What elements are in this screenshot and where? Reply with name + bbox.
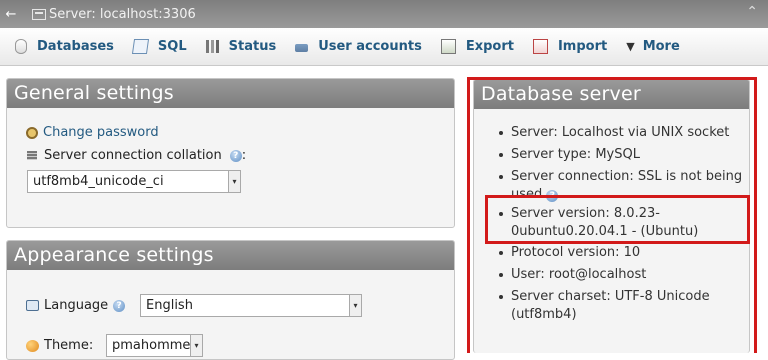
tab-databases[interactable]: Databases bbox=[6, 28, 124, 66]
collation-select[interactable]: utf8mb4_unicode_ci ▾ bbox=[27, 170, 241, 193]
theme-select-value: pmahomme bbox=[112, 338, 191, 353]
tab-export[interactable]: Export bbox=[432, 28, 524, 66]
theme-icon bbox=[26, 339, 39, 352]
language-label: Language bbox=[44, 298, 109, 313]
import-icon bbox=[532, 39, 548, 54]
tab-user-accounts[interactable]: User accounts bbox=[286, 28, 432, 66]
collapse-icon[interactable]: ⌃ bbox=[746, 4, 758, 20]
tab-label: More bbox=[642, 39, 680, 54]
language-row: Language ? bbox=[26, 298, 126, 313]
key-icon bbox=[26, 126, 38, 139]
tab-label: Databases bbox=[37, 39, 114, 54]
collation-colon: : bbox=[241, 148, 247, 163]
tab-status[interactable]: Status bbox=[197, 28, 287, 66]
tab-label: SQL bbox=[157, 39, 187, 54]
main-tab-bar: Databases SQL Status User accounts Expor… bbox=[0, 28, 768, 66]
collation-label: Server connection collation bbox=[44, 148, 222, 163]
change-password-link[interactable]: Change password bbox=[43, 125, 159, 140]
export-icon bbox=[440, 39, 456, 54]
theme-row: Theme: bbox=[26, 338, 93, 353]
language-icon bbox=[26, 300, 39, 311]
tab-label: User accounts bbox=[318, 39, 422, 54]
appearance-settings-panel: Appearance settings Language ? English ▾… bbox=[6, 240, 455, 360]
dropdown-arrow-icon: ▾ bbox=[349, 295, 361, 316]
status-icon bbox=[205, 40, 219, 53]
theme-label: Theme: bbox=[44, 338, 94, 353]
collation-label-row: Server connection collation ? : bbox=[27, 148, 246, 163]
collation-icon bbox=[27, 151, 37, 160]
window-titlebar: ← Server: localhost:3306 ⌃ bbox=[0, 0, 768, 28]
tab-label: Export bbox=[465, 39, 514, 54]
appearance-settings-title: Appearance settings bbox=[7, 241, 454, 270]
general-settings-title: General settings bbox=[7, 79, 454, 108]
change-password-row: Change password bbox=[26, 125, 159, 140]
tab-sql[interactable]: SQL bbox=[124, 28, 197, 66]
general-settings-panel: General settings Change password Server … bbox=[6, 78, 455, 228]
annotation-box-server-version bbox=[485, 195, 750, 244]
help-icon[interactable]: ? bbox=[229, 149, 242, 162]
database-icon bbox=[15, 39, 27, 54]
tab-label: Status bbox=[228, 39, 277, 54]
collation-select-value: utf8mb4_unicode_ci bbox=[33, 174, 164, 189]
server-icon bbox=[32, 8, 46, 20]
language-select[interactable]: English ▾ bbox=[140, 294, 362, 317]
caret-down-icon: ▼ bbox=[626, 40, 635, 53]
help-icon[interactable]: ? bbox=[113, 299, 126, 312]
page-title: Server: localhost:3306 bbox=[49, 6, 196, 22]
tab-label: Import bbox=[557, 39, 608, 54]
theme-select[interactable]: pmahomme ▾ bbox=[106, 334, 203, 357]
user-accounts-icon bbox=[295, 43, 309, 52]
tab-more[interactable]: ▼ More bbox=[617, 28, 690, 66]
language-select-value: English bbox=[146, 298, 193, 313]
dropdown-arrow-icon: ▾ bbox=[228, 171, 240, 192]
sql-icon bbox=[131, 39, 149, 54]
back-arrow-icon[interactable]: ← bbox=[4, 7, 18, 22]
tab-import[interactable]: Import bbox=[524, 28, 617, 66]
